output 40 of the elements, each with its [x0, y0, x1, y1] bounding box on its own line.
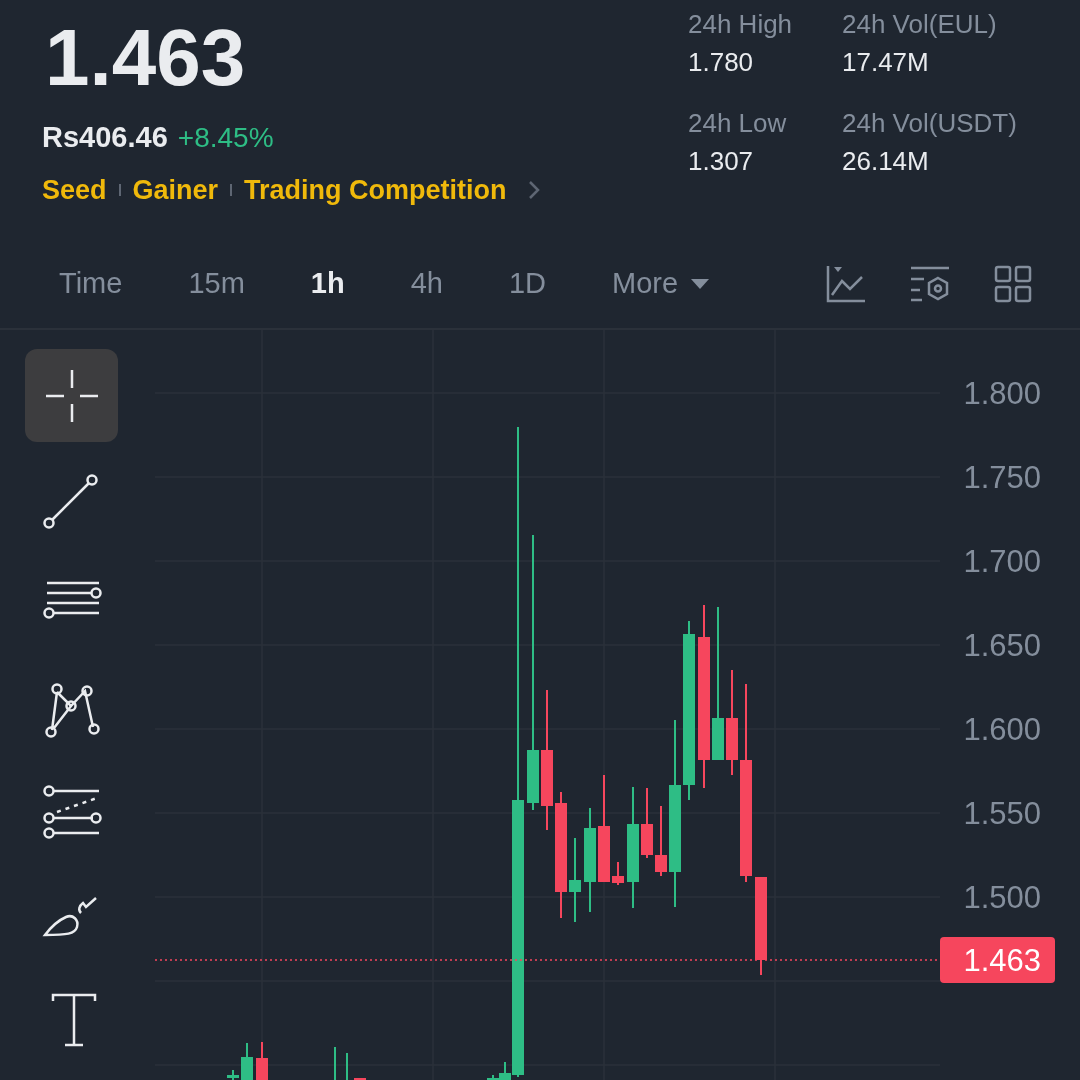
stat-value: 1.780: [688, 46, 755, 78]
y-axis-label: 1.600: [963, 712, 1041, 747]
interval-tab[interactable]: 1h: [310, 262, 345, 306]
price-change: +8.45%: [177, 121, 274, 155]
chart-settings-icon[interactable]: [910, 265, 950, 303]
tag-link[interactable]: Seed: [42, 169, 107, 210]
interval-tab[interactable]: Time: [59, 262, 123, 306]
fiat-price: Rs406.46: [42, 120, 168, 155]
interval-tab[interactable]: 15m: [188, 262, 245, 306]
stat-label: 24h Vol(EUL): [842, 8, 998, 40]
y-axis-label: 1.700: [963, 544, 1041, 579]
candle: [241, 1042, 253, 1080]
caret-down-icon: [690, 278, 711, 290]
stat-value: 1.307: [688, 145, 755, 177]
last-price-badge: 1.463: [940, 937, 1055, 983]
line-chart-icon[interactable]: [826, 265, 866, 303]
stat-label: 24h Low: [688, 107, 788, 139]
candle: [655, 805, 667, 877]
tag-link[interactable]: Gainer: [132, 169, 219, 210]
candle: [227, 1069, 239, 1080]
y-axis-label: 1.750: [963, 460, 1041, 495]
y-axis-label: 1.550: [963, 796, 1041, 831]
stat-value: 17.47M: [842, 46, 930, 78]
y-axis-label: 1.500: [963, 880, 1041, 915]
candle: [354, 1077, 366, 1080]
stat-label: 24h High: [688, 8, 794, 40]
y-axis-label: 1.650: [963, 628, 1041, 663]
chevron-right-icon[interactable]: [526, 178, 541, 201]
candle: [641, 787, 653, 859]
candle: [256, 1041, 268, 1080]
interval-tab[interactable]: 4h: [410, 262, 443, 306]
more-dropdown[interactable]: More: [612, 262, 711, 306]
candle: [612, 861, 624, 886]
stat-value: 26.14M: [842, 145, 930, 177]
tag-link[interactable]: Trading Competition: [244, 169, 507, 210]
last-price: 1.463: [45, 18, 247, 98]
y-axis-label: 1.800: [963, 376, 1041, 411]
stat-label: 24h Vol(USDT): [842, 107, 1018, 139]
grid-icon[interactable]: [994, 265, 1032, 303]
interval-tab[interactable]: 1D: [508, 262, 546, 306]
